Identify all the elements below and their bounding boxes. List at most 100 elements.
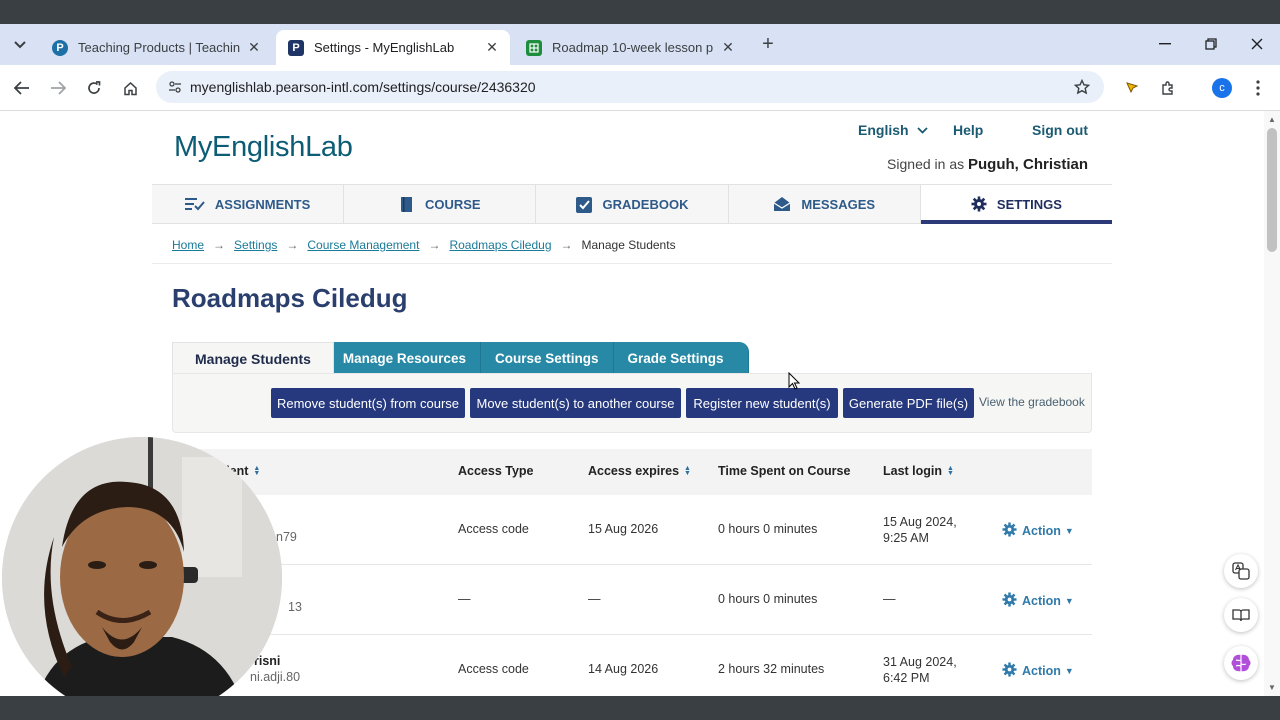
signed-in-label: Signed in as	[887, 156, 965, 172]
nav-messages[interactable]: MESSAGES	[729, 185, 921, 223]
breadcrumb-current: Manage Students	[581, 238, 676, 252]
last-login-date: 15 Aug 2024,	[883, 515, 957, 529]
more-vertical-icon	[1256, 80, 1260, 96]
tab-course-settings[interactable]: Course Settings	[480, 342, 614, 374]
breadcrumb-home[interactable]: Home	[172, 238, 204, 252]
close-tab-icon[interactable]: ✕	[484, 39, 500, 56]
ai-assistant-button[interactable]	[1224, 646, 1258, 680]
new-tab-button[interactable]: +	[756, 32, 780, 56]
main-nav: ASSIGNMENTS COURSE GRADEBOOK MESSAGES SE…	[152, 184, 1112, 224]
forward-button[interactable]	[46, 76, 70, 100]
pearson-p-icon: P	[288, 39, 304, 56]
scroll-up-arrow-icon[interactable]: ▲	[1268, 115, 1276, 124]
puzzle-icon	[1162, 81, 1173, 95]
gear-icon	[1002, 592, 1017, 610]
messages-icon	[773, 196, 791, 212]
last-login: 15 Aug 2024, 9:25 AM	[883, 514, 957, 546]
student-username: 13	[288, 600, 302, 614]
sort-icon[interactable]: ▲ ▼	[684, 465, 691, 477]
nav-assignments[interactable]: ASSIGNMENTS	[152, 185, 345, 223]
browser-tab-bar: P Teaching Products | Teaching Pr ✕ P Se…	[0, 24, 1280, 65]
col-access-expires[interactable]: Access expires ▲ ▼	[588, 464, 691, 478]
page-scrollbar[interactable]: ▲ ▼	[1264, 111, 1280, 696]
gradebook-icon	[575, 196, 593, 213]
close-tab-icon[interactable]: ✕	[720, 39, 736, 56]
close-tab-icon[interactable]: ✕	[246, 39, 262, 56]
breadcrumb-course-management[interactable]: Course Management	[307, 238, 419, 252]
restore-button[interactable]	[1198, 32, 1224, 56]
action-menu-button[interactable]: Action ▼	[1002, 522, 1074, 540]
nav-label: GRADEBOOK	[602, 196, 689, 212]
nav-course[interactable]: COURSE	[344, 185, 537, 223]
action-menu-button[interactable]: Action ▼	[1002, 662, 1074, 680]
home-button[interactable]	[118, 76, 142, 100]
sign-out-link[interactable]: Sign out	[1032, 122, 1088, 138]
tab-grade-settings[interactable]: Grade Settings	[613, 342, 749, 374]
browser-tab-settings[interactable]: P Settings - MyEnglishLab ✕	[276, 30, 510, 65]
breadcrumb-settings[interactable]: Settings	[234, 238, 277, 252]
extensions-menu-button[interactable]	[1156, 76, 1180, 100]
url-text[interactable]: myenglishlab.pearson-intl.com/settings/c…	[190, 79, 536, 95]
webcam-person-image	[2, 437, 282, 719]
col-access-type: Access Type	[458, 464, 534, 478]
translate-icon	[1232, 562, 1250, 580]
bookmark-star-icon[interactable]	[1074, 79, 1090, 95]
arrow-left-icon	[14, 81, 29, 95]
last-login: 31 Aug 2024, 6:42 PM	[883, 654, 957, 686]
settings-subtabs: Manage Students Manage Resources Course …	[172, 342, 749, 374]
nav-label: COURSE	[424, 196, 481, 212]
sort-icon[interactable]: ▲ ▼	[947, 465, 954, 477]
col-label: Access Type	[458, 464, 534, 478]
nav-gradebook[interactable]: GRADEBOOK	[536, 185, 729, 223]
browser-menu-button[interactable]	[1246, 76, 1270, 100]
breadcrumb-course[interactable]: Roadmaps Ciledug	[449, 238, 551, 252]
table-row: ian n79 Access code 15 Aug 2026 0 hours …	[172, 495, 1092, 565]
pearson-p-icon: P	[52, 39, 68, 56]
nav-settings[interactable]: SETTINGS	[920, 185, 1112, 224]
tab-manage-students[interactable]: Manage Students	[172, 342, 334, 374]
close-window-button[interactable]	[1244, 32, 1270, 56]
language-label: English	[858, 122, 909, 138]
action-menu-button[interactable]: Action ▼	[1002, 592, 1074, 610]
browser-tab-roadmap[interactable]: Roadmap 10-week lesson plann ✕	[514, 30, 746, 65]
browser-tab-teaching-products[interactable]: P Teaching Products | Teaching Pr ✕	[40, 30, 272, 65]
arrow-right-icon: →	[428, 238, 441, 252]
arrow-right-icon: →	[286, 238, 299, 252]
tab-manage-resources[interactable]: Manage Resources	[333, 342, 481, 374]
last-login-time: 9:25 AM	[883, 531, 929, 545]
generate-pdf-button[interactable]: Generate PDF file(s)	[843, 388, 974, 418]
reader-mode-button[interactable]	[1224, 598, 1258, 632]
col-last-login[interactable]: Last login ▲ ▼	[883, 464, 954, 478]
scroll-down-arrow-icon[interactable]: ▼	[1268, 683, 1276, 692]
sort-icon[interactable]: ▲ ▼	[253, 465, 260, 477]
help-link[interactable]: Help	[953, 122, 983, 138]
translate-button[interactable]	[1224, 554, 1258, 588]
language-selector[interactable]: English	[858, 122, 928, 138]
back-button[interactable]	[10, 76, 34, 100]
home-icon	[123, 81, 137, 95]
profile-avatar[interactable]: c	[1212, 78, 1232, 98]
col-time-spent: Time Spent on Course	[718, 464, 850, 478]
desktop-top-strip	[0, 0, 1280, 24]
user-name: Puguh, Christian	[968, 156, 1088, 173]
site-info-icon[interactable]	[168, 80, 182, 94]
table-row: 13 — — 0 hours 0 minutes — Action ▼	[172, 565, 1092, 635]
action-label: Action	[1022, 524, 1061, 538]
move-students-button[interactable]: Move student(s) to another course	[470, 388, 681, 418]
last-login-time: 6:42 PM	[883, 671, 930, 685]
gear-icon	[1002, 662, 1017, 680]
remove-students-button[interactable]: Remove student(s) from course	[271, 388, 465, 418]
omnibox[interactable]: myenglishlab.pearson-intl.com/settings/c…	[156, 71, 1104, 103]
reload-button[interactable]	[82, 76, 106, 100]
scrollbar-thumb[interactable]	[1267, 128, 1277, 252]
page-content: MyEnglishLab English Help Sign out Signe…	[152, 111, 1112, 696]
tab-title: Roadmap 10-week lesson plann	[552, 40, 714, 55]
tab-search-button[interactable]	[8, 34, 32, 56]
extension-button[interactable]	[1120, 76, 1144, 100]
minimize-button[interactable]	[1152, 32, 1178, 56]
register-students-button[interactable]: Register new student(s)	[686, 388, 838, 418]
view-gradebook-link[interactable]: View the gradebook	[979, 395, 1085, 409]
access-expires: 15 Aug 2026	[588, 522, 659, 536]
chevron-down-icon	[916, 126, 928, 134]
myenglishlab-logo[interactable]: MyEnglishLab	[174, 131, 353, 164]
